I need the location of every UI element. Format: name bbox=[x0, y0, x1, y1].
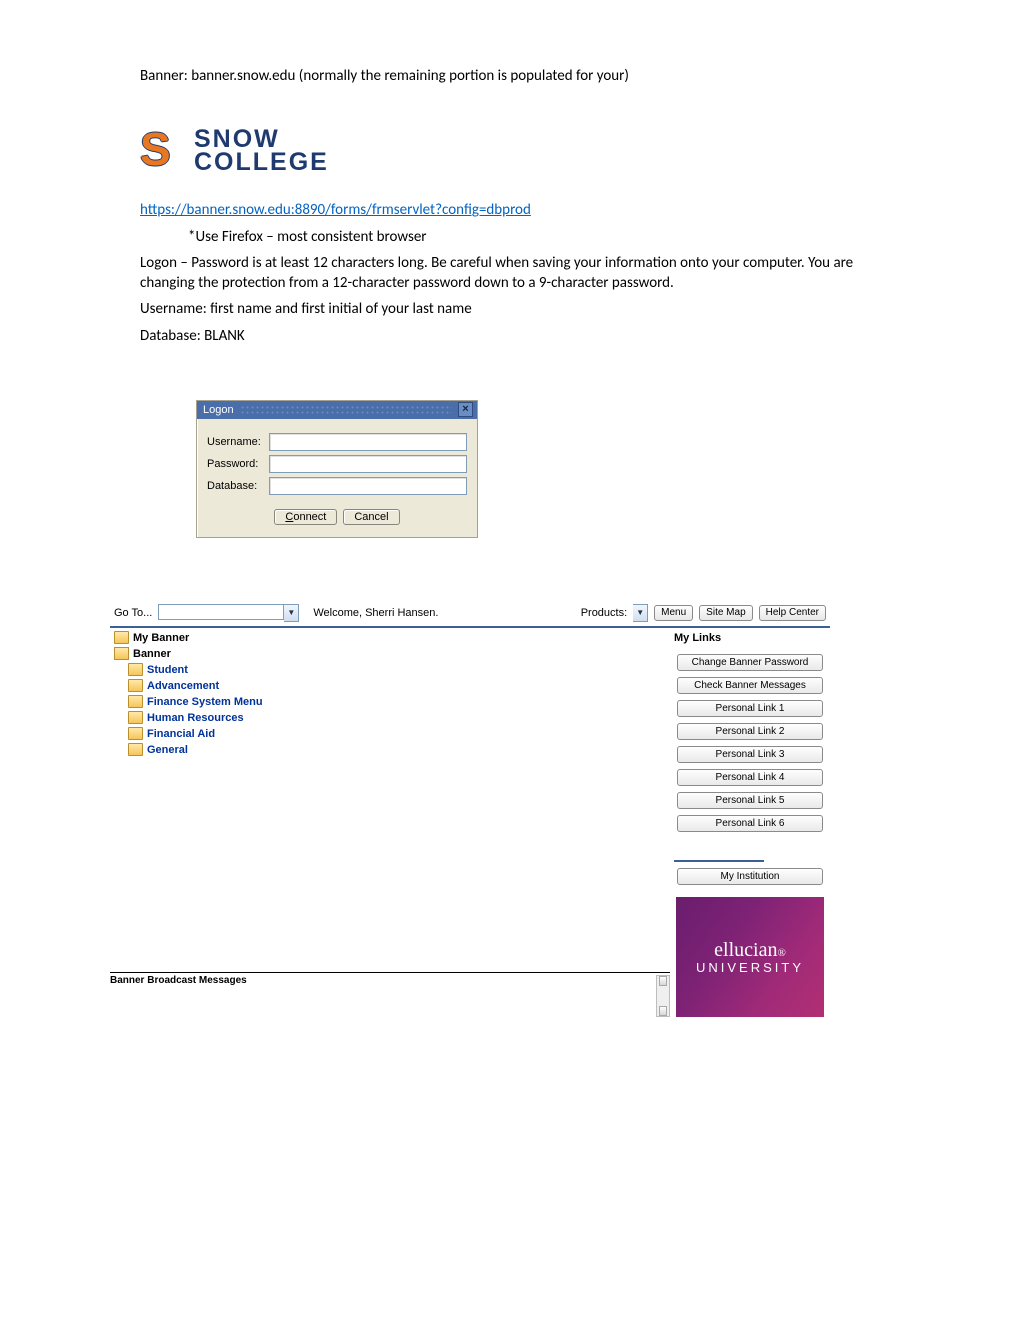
banner-topbar: Go To... ▼ Welcome, Sherri Hansen. Produ… bbox=[110, 602, 830, 626]
snow-college-logo: S SNOW COLLEGE bbox=[140, 126, 880, 176]
titlebar-grip-icon bbox=[240, 405, 452, 415]
broadcast-messages-label: Banner Broadcast Messages bbox=[110, 975, 247, 1017]
personal-link-3-button[interactable]: Personal Link 3 bbox=[677, 746, 823, 763]
logon-title-text: Logon bbox=[203, 404, 234, 416]
site-map-button[interactable]: Site Map bbox=[699, 605, 752, 621]
folder-icon bbox=[128, 727, 143, 740]
snow-word-2: COLLEGE bbox=[194, 151, 329, 175]
database-note: Database: BLANK bbox=[140, 326, 880, 346]
personal-link-4-button[interactable]: Personal Link 4 bbox=[677, 769, 823, 786]
username-input[interactable] bbox=[269, 433, 467, 451]
logon-dialog: Logon × Username: Password: Database: bbox=[196, 400, 478, 538]
goto-label: Go To... bbox=[114, 607, 152, 619]
tree-item-banner[interactable]: Banner bbox=[114, 646, 670, 662]
username-label: Username: bbox=[207, 436, 269, 448]
my-institution-button[interactable]: My Institution bbox=[677, 868, 823, 885]
close-icon[interactable]: × bbox=[458, 402, 473, 417]
tree-item-student[interactable]: Student bbox=[128, 662, 670, 678]
products-label: Products: bbox=[581, 607, 627, 619]
tree-item-my-banner[interactable]: My Banner bbox=[114, 630, 670, 646]
welcome-text: Welcome, Sherri Hansen. bbox=[313, 607, 438, 619]
ellucian-brand-text: ellucian bbox=[714, 939, 777, 961]
folder-icon bbox=[128, 743, 143, 756]
folder-icon bbox=[128, 695, 143, 708]
tree-item-advancement[interactable]: Advancement bbox=[128, 678, 670, 694]
my-links-header: My Links bbox=[670, 630, 830, 654]
database-input[interactable] bbox=[269, 477, 467, 495]
menu-button[interactable]: Menu bbox=[654, 605, 693, 621]
snow-logo-text: SNOW COLLEGE bbox=[194, 128, 329, 176]
personal-link-5-button[interactable]: Personal Link 5 bbox=[677, 792, 823, 809]
tree-item-finance-system-menu[interactable]: Finance System Menu bbox=[128, 694, 670, 710]
check-banner-messages-button[interactable]: Check Banner Messages bbox=[677, 677, 823, 694]
password-input[interactable] bbox=[269, 455, 467, 473]
broadcast-scrollbar[interactable] bbox=[656, 975, 670, 1017]
personal-link-1-button[interactable]: Personal Link 1 bbox=[677, 700, 823, 717]
help-center-button[interactable]: Help Center bbox=[759, 605, 826, 621]
products-dropdown-icon[interactable]: ▼ bbox=[633, 604, 648, 622]
logon-titlebar[interactable]: Logon × bbox=[197, 401, 477, 419]
tree-item-general[interactable]: General bbox=[128, 742, 670, 758]
banner-main-screenshot: Go To... ▼ Welcome, Sherri Hansen. Produ… bbox=[110, 602, 830, 1017]
cancel-button[interactable]: Cancel bbox=[343, 509, 399, 525]
logon-password-note: Logon – Password is at least 12 characte… bbox=[140, 253, 880, 294]
folder-open-icon bbox=[114, 647, 129, 660]
ellucian-university-tile[interactable]: ellucian® UNIVERSITY bbox=[676, 897, 824, 1017]
firefox-note: *Use Firefox – most consistent browser bbox=[188, 227, 880, 247]
goto-dropdown-icon[interactable]: ▼ bbox=[284, 604, 299, 622]
username-format-note: Username: first name and first initial o… bbox=[140, 299, 880, 319]
ellucian-subtext: UNIVERSITY bbox=[696, 960, 804, 975]
personal-link-2-button[interactable]: Personal Link 2 bbox=[677, 723, 823, 740]
password-label: Password: bbox=[207, 458, 269, 470]
folder-icon bbox=[128, 711, 143, 724]
doc-line-banner-host: Banner: banner.snow.edu (normally the re… bbox=[140, 66, 880, 86]
folder-icon bbox=[114, 631, 129, 644]
tree-item-financial-aid[interactable]: Financial Aid bbox=[128, 726, 670, 742]
nav-tree-pane: My Banner Banner Student Advancement Fin… bbox=[110, 626, 670, 1017]
banner-url-link[interactable]: https://banner.snow.edu:8890/forms/frmse… bbox=[140, 201, 531, 219]
personal-link-6-button[interactable]: Personal Link 6 bbox=[677, 815, 823, 832]
connect-button[interactable]: Connect bbox=[274, 509, 337, 525]
folder-icon bbox=[128, 663, 143, 676]
divider bbox=[674, 860, 764, 862]
folder-icon bbox=[128, 679, 143, 692]
database-label: Database: bbox=[207, 480, 269, 492]
registered-icon: ® bbox=[777, 947, 785, 959]
my-links-pane: My Links Change Banner Password Check Ba… bbox=[670, 626, 830, 1017]
snow-logo-s-icon: S bbox=[140, 126, 184, 176]
tree-item-human-resources[interactable]: Human Resources bbox=[128, 710, 670, 726]
change-banner-password-button[interactable]: Change Banner Password bbox=[677, 654, 823, 671]
goto-input[interactable] bbox=[158, 604, 284, 620]
